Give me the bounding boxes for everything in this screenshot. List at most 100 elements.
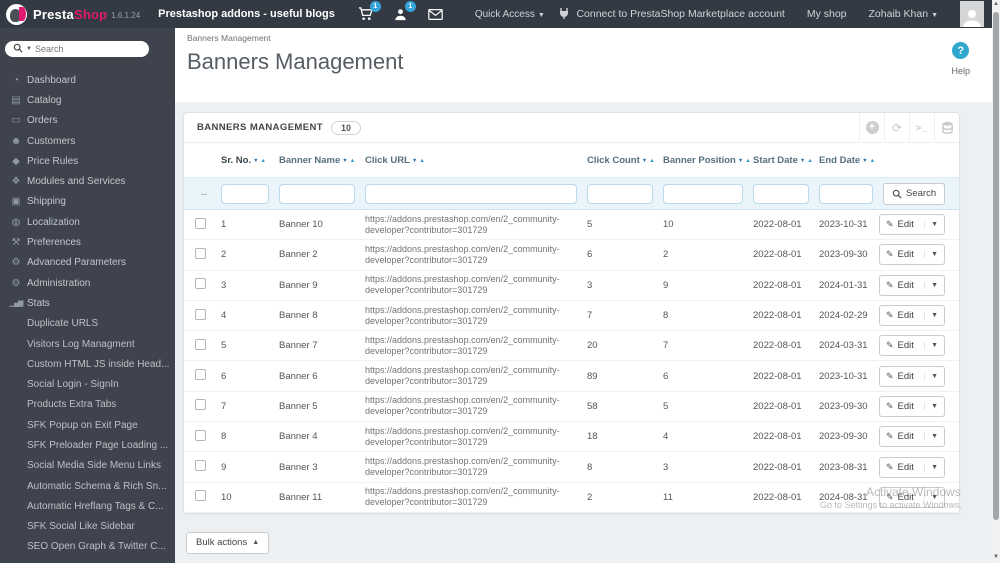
refresh-icon[interactable]: ⟳ <box>884 112 909 143</box>
export-database-icon[interactable] <box>934 112 959 143</box>
sort-asc-icon[interactable]: ▲ <box>261 158 266 164</box>
row-checkbox[interactable] <box>195 429 206 441</box>
filter-input[interactable] <box>819 183 873 204</box>
edit-button[interactable]: ✎ Edit ▼ <box>879 456 945 478</box>
sort-asc-icon[interactable]: ▲ <box>649 158 654 164</box>
sidebar-item[interactable]: ▣ Shipping <box>0 192 175 212</box>
marketplace-link[interactable]: Connect to PrestaShop Marketplace accoun… <box>558 7 785 22</box>
help-button[interactable]: ? Help <box>951 42 970 76</box>
add-icon[interactable]: + <box>859 112 884 143</box>
sidebar-subitem[interactable]: Social Media Side Menu Links <box>0 456 175 476</box>
row-checkbox[interactable] <box>195 460 206 472</box>
edit-button[interactable]: ✎ Edit ▼ <box>879 305 945 327</box>
sidebar-item[interactable]: ❖ Modules and Services <box>0 171 175 191</box>
sort-asc-icon[interactable]: ▲ <box>807 158 812 164</box>
sidebar-item[interactable]: ⚙ Administration <box>0 273 175 293</box>
sort-asc-icon[interactable]: ▲ <box>350 158 355 164</box>
column-header[interactable]: Start Date ▼ ▲ <box>749 155 815 166</box>
caret-down-icon[interactable]: ▼ <box>924 312 938 320</box>
sidebar-item[interactable]: ◔ Dashboard <box>0 70 175 90</box>
sort-desc-icon[interactable]: ▼ <box>412 158 417 164</box>
row-checkbox[interactable] <box>195 369 206 381</box>
scroll-down-icon[interactable]: ▼ <box>992 554 1000 560</box>
caret-down-icon[interactable]: ▼ <box>924 493 938 501</box>
sidebar-item[interactable]: ⚒ Preferences <box>0 232 175 252</box>
column-header[interactable]: Click Count ▼ ▲ <box>583 155 659 166</box>
user-menu[interactable]: Zohaib Khan ▼ <box>869 8 938 20</box>
caret-down-icon[interactable]: ▼ <box>924 342 938 350</box>
sidebar-subitem[interactable]: Duplicate URLS <box>0 314 175 334</box>
sort-desc-icon[interactable]: ▼ <box>862 158 867 164</box>
row-checkbox[interactable] <box>195 399 206 411</box>
prestashop-logo-icon[interactable] <box>6 3 27 25</box>
row-checkbox[interactable] <box>195 247 206 259</box>
sql-terminal-icon[interactable]: >_ <box>909 112 934 143</box>
row-checkbox[interactable] <box>195 308 206 320</box>
sidebar-item[interactable]: ◆ Price Rules <box>0 151 175 171</box>
sidebar-item[interactable]: ▭ Orders <box>0 111 175 131</box>
sidebar-subitem[interactable]: Automatic Hreflang Tags & C... <box>0 496 175 516</box>
messages-icon[interactable] <box>427 6 445 22</box>
customers-notification-icon[interactable]: 1 <box>392 1 416 22</box>
caret-down-icon[interactable]: ▼ <box>924 221 938 229</box>
column-header[interactable]: End Date ▼ ▲ <box>815 155 879 166</box>
filter-input[interactable] <box>279 183 355 204</box>
sidebar-search[interactable]: ▼ <box>5 41 149 57</box>
brand-wordmark[interactable]: PrestaShop <box>33 7 107 22</box>
edit-button[interactable]: ✎ Edit ▼ <box>879 395 945 417</box>
caret-down-icon[interactable]: ▼ <box>924 281 938 289</box>
caret-down-icon[interactable]: ▼ <box>924 251 938 259</box>
row-checkbox[interactable] <box>195 338 206 350</box>
row-checkbox[interactable] <box>195 217 206 229</box>
filter-input[interactable] <box>365 183 577 204</box>
sort-desc-icon[interactable]: ▼ <box>642 158 647 164</box>
column-header[interactable]: Banner Name ▼ ▲ <box>275 155 361 166</box>
sidebar-subitem[interactable]: Automatic Schema & Rich Sn... <box>0 476 175 496</box>
scroll-up-icon[interactable]: ▲ <box>992 1 1000 7</box>
caret-down-icon[interactable]: ▼ <box>924 463 938 471</box>
sort-asc-icon[interactable]: ▲ <box>419 158 424 164</box>
search-button[interactable]: Search <box>883 182 946 205</box>
page-scrollbar[interactable]: ▲ ▼ <box>992 0 1000 563</box>
sort-desc-icon[interactable]: ▼ <box>253 158 258 164</box>
sort-desc-icon[interactable]: ▼ <box>738 158 743 164</box>
sidebar-subitem[interactable]: Products Extra Tabs <box>0 395 175 415</box>
sidebar-item[interactable]: ▁▄▆ Stats <box>0 293 175 313</box>
sort-asc-icon[interactable]: ▲ <box>870 158 875 164</box>
filter-input[interactable] <box>221 183 269 204</box>
edit-button[interactable]: ✎ Edit ▼ <box>879 426 945 448</box>
row-checkbox[interactable] <box>195 278 206 290</box>
filter-input[interactable] <box>663 183 743 204</box>
user-avatar[interactable] <box>960 1 984 27</box>
caret-down-icon[interactable]: ▼ <box>924 433 938 441</box>
sidebar-item[interactable]: ⚙ Advanced Parameters <box>0 253 175 273</box>
edit-button[interactable]: ✎ Edit ▼ <box>879 214 945 236</box>
sort-desc-icon[interactable]: ▼ <box>800 158 805 164</box>
edit-button[interactable]: ✎ Edit ▼ <box>879 486 945 508</box>
breadcrumb[interactable]: Banners Management <box>187 33 992 43</box>
edit-button[interactable]: ✎ Edit ▼ <box>879 244 945 266</box>
row-checkbox[interactable] <box>195 490 206 502</box>
sidebar-subitem[interactable]: SEO Open Graph & Twitter C... <box>0 537 175 557</box>
edit-button[interactable]: ✎ Edit ▼ <box>879 274 945 296</box>
edit-button[interactable]: ✎ Edit ▼ <box>879 365 945 387</box>
cart-icon[interactable]: 1 <box>357 1 381 22</box>
sidebar-subitem[interactable]: SFK Social Like Sidebar <box>0 517 175 537</box>
sidebar-item[interactable]: ☻ Customers <box>0 131 175 151</box>
quick-access-menu[interactable]: Quick Access ▼ <box>475 9 545 20</box>
sort-desc-icon[interactable]: ▼ <box>342 158 347 164</box>
scrollbar-thumb[interactable] <box>993 12 999 520</box>
sidebar-item[interactable]: ▤ Catalog <box>0 90 175 110</box>
caret-down-icon[interactable]: ▼ <box>924 372 938 380</box>
sidebar-subitem[interactable]: Visitors Log Managment <box>0 334 175 354</box>
filter-input[interactable] <box>587 183 653 204</box>
caret-down-icon[interactable]: ▼ <box>924 402 938 410</box>
sidebar-subitem[interactable]: Custom HTML JS inside Head... <box>0 354 175 374</box>
column-header[interactable]: Sr. No. ▼ ▲ <box>217 155 275 166</box>
search-scope-caret-icon[interactable]: ▼ <box>26 46 32 52</box>
sidebar-subitem[interactable]: SFK Preloader Page Loading ... <box>0 435 175 455</box>
my-shop-link[interactable]: My shop <box>807 8 847 20</box>
sidebar-subitem[interactable]: Social Login - SignIn <box>0 374 175 394</box>
filter-input[interactable] <box>753 183 809 204</box>
edit-button[interactable]: ✎ Edit ▼ <box>879 335 945 357</box>
